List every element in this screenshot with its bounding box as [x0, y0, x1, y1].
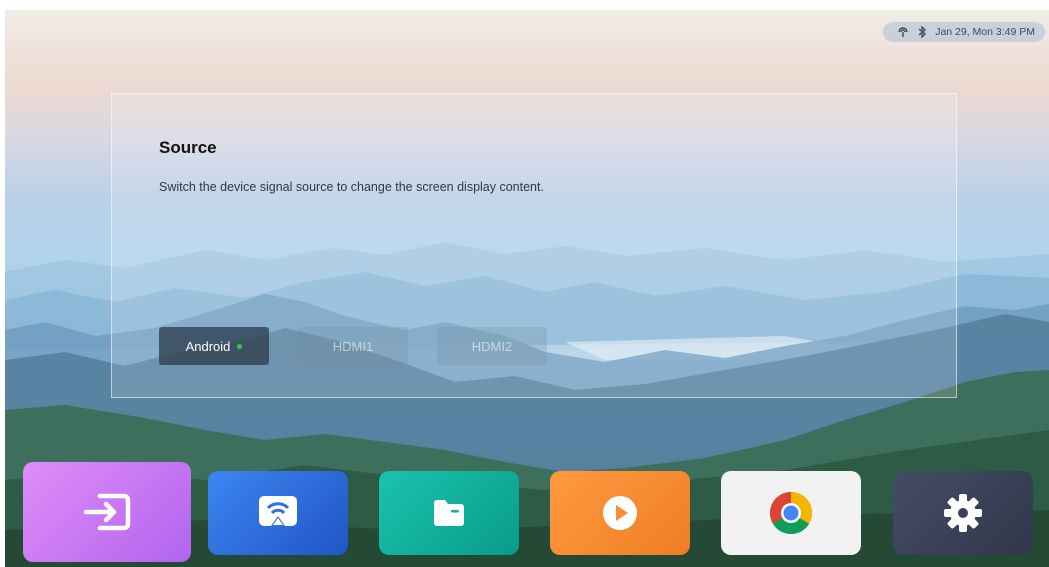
source-panel: Source Switch the device signal source t…	[111, 93, 957, 398]
app-tile-media-player[interactable]	[550, 471, 690, 555]
app-tile-chrome[interactable]	[721, 471, 861, 555]
source-button-hdmi2[interactable]: HDMI2	[437, 327, 547, 365]
input-source-icon	[83, 493, 131, 531]
source-button-label: HDMI1	[332, 338, 374, 354]
panel-title: Source	[159, 138, 217, 157]
status-bar: Jan 29, Mon 3:49 PM	[883, 22, 1045, 42]
media-player-icon	[603, 496, 637, 530]
app-tile-input-source[interactable]	[23, 462, 191, 562]
source-button-hdmi1[interactable]: HDMI1	[298, 327, 408, 365]
source-button-label: HDMI2	[471, 338, 513, 354]
app-tile-screen-cast[interactable]	[208, 471, 348, 555]
source-button-label: Android	[185, 338, 231, 354]
screen-cast-icon	[259, 496, 297, 526]
settings-icon	[944, 494, 982, 532]
panel-description: Switch the device signal source to chang…	[159, 180, 544, 194]
app-tile-settings[interactable]	[893, 471, 1033, 555]
home-screen: Jan 29, Mon 3:49 PM Source Switch the de…	[5, 10, 1049, 567]
bluetooth-icon	[918, 26, 927, 38]
app-tile-file-manager[interactable]	[379, 471, 519, 555]
source-button-android[interactable]: Android	[159, 327, 269, 365]
status-datetime: Jan 29, Mon 3:49 PM	[935, 26, 1035, 38]
active-indicator-dot	[237, 343, 243, 349]
chrome-icon	[769, 492, 813, 535]
file-manager-icon	[434, 500, 464, 526]
wifi-hotspot-icon	[898, 27, 908, 37]
